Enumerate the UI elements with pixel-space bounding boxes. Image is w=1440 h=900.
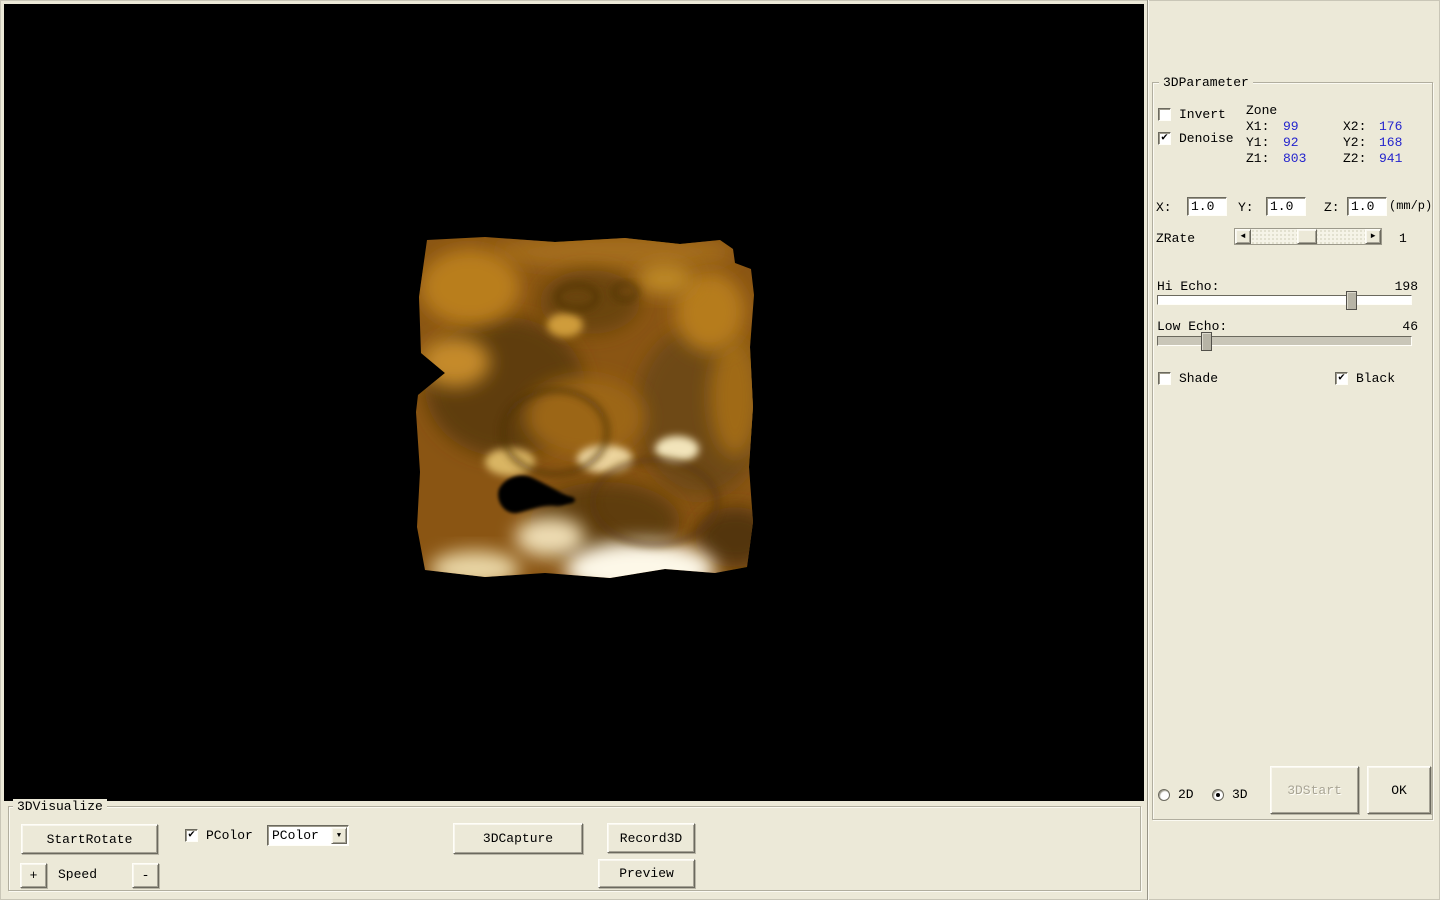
3dstart-button[interactable]: 3DStart [1270, 766, 1359, 814]
zone-y2-label: Y2: [1343, 135, 1366, 150]
preview-button[interactable]: Preview [598, 859, 695, 888]
hi-echo-slider-track[interactable] [1157, 295, 1412, 305]
low-echo-value: 46 [1402, 319, 1418, 334]
zone-y1-value: 92 [1283, 135, 1299, 150]
scale-unit-label: (mm/p) [1389, 199, 1432, 214]
speed-label: Speed [58, 867, 97, 882]
scale-x-input[interactable] [1187, 197, 1227, 216]
zone-x1-label: X1: [1246, 119, 1269, 134]
check-icon: ✔ [1338, 373, 1345, 384]
low-echo-slider-thumb[interactable] [1201, 332, 1212, 351]
invert-checkbox[interactable]: ✔ Invert [1158, 107, 1226, 122]
scale-z-input[interactable] [1347, 197, 1387, 216]
chevron-down-icon: ▼ [337, 832, 341, 840]
hi-echo-label: Hi Echo: [1157, 279, 1219, 294]
volume-render [415, 237, 755, 582]
black-checkbox-box: ✔ [1335, 372, 1348, 385]
denoise-checkbox-label: Denoise [1179, 131, 1234, 146]
pcolor-combobox-value: PColor [268, 829, 331, 842]
shade-checkbox-label: Shade [1179, 371, 1218, 386]
pcolor-combobox[interactable]: PColor ▼ [267, 825, 349, 846]
zrate-scroll-right-button[interactable]: ► [1365, 229, 1381, 244]
pcolor-combobox-button[interactable]: ▼ [331, 827, 347, 844]
zone-y1-label: Y1: [1246, 135, 1269, 150]
speed-minus-button[interactable]: - [132, 863, 159, 888]
ok-button[interactable]: OK [1367, 766, 1431, 814]
zone-x2-label: X2: [1343, 119, 1366, 134]
scale-x-label: X: [1156, 200, 1172, 215]
render-viewport[interactable] [4, 4, 1144, 801]
mode-2d-radio[interactable]: 2D [1158, 787, 1194, 802]
mode-3d-radio[interactable]: 3D [1212, 787, 1248, 802]
panel-divider-highlight [1148, 0, 1149, 900]
scale-y-label: Y: [1238, 200, 1254, 215]
zone-y2-value: 168 [1379, 135, 1402, 150]
check-icon: ✔ [188, 830, 195, 841]
mode-2d-radio-label: 2D [1178, 787, 1194, 802]
start-rotate-button[interactable]: StartRotate [21, 824, 158, 854]
zone-z2-value: 941 [1379, 151, 1402, 166]
low-echo-label: Low Echo: [1157, 319, 1227, 334]
check-icon: ✔ [1161, 133, 1168, 144]
mode-2d-radio-circle [1158, 789, 1170, 801]
hi-echo-slider-thumb[interactable] [1346, 291, 1357, 310]
speed-plus-button[interactable]: + [20, 863, 47, 888]
denoise-checkbox-box: ✔ [1158, 132, 1171, 145]
pcolor-checkbox-label: PColor [206, 828, 253, 843]
group-3dparameter-title: 3DParameter [1159, 75, 1253, 90]
group-3dvisualize-title: 3DVisualize [13, 799, 107, 814]
hi-echo-value: 198 [1395, 279, 1418, 294]
scale-y-input[interactable] [1266, 197, 1306, 216]
zrate-label: ZRate [1156, 231, 1195, 246]
zone-x2-value: 176 [1379, 119, 1402, 134]
zrate-value: 1 [1399, 231, 1407, 246]
mode-3d-radio-label: 3D [1232, 787, 1248, 802]
black-checkbox[interactable]: ✔ Black [1335, 371, 1395, 386]
3dcapture-button[interactable]: 3DCapture [453, 823, 583, 854]
scroll-right-icon: ► [1371, 233, 1376, 241]
low-echo-slider-track[interactable] [1157, 336, 1412, 346]
zone-z2-label: Z2: [1343, 151, 1366, 166]
black-checkbox-label: Black [1356, 371, 1395, 386]
zone-title: Zone [1246, 103, 1277, 118]
zrate-scrollbar-thumb[interactable] [1297, 229, 1317, 244]
pcolor-checkbox-box: ✔ [185, 829, 198, 842]
zrate-scrollbar[interactable]: ◄ ► [1234, 228, 1382, 245]
group-3dparameter: 3DParameter ✔ Invert ✔ Denoise Zone X1: … [1152, 82, 1433, 820]
mode-3d-radio-circle [1212, 789, 1224, 801]
denoise-checkbox[interactable]: ✔ Denoise [1158, 131, 1234, 146]
group-3dvisualize: 3DVisualize StartRotate ✔ PColor PColor … [8, 806, 1141, 891]
scale-z-label: Z: [1324, 200, 1340, 215]
zone-x1-value: 99 [1283, 119, 1299, 134]
zone-z1-value: 803 [1283, 151, 1306, 166]
shade-checkbox-box: ✔ [1158, 372, 1171, 385]
zrate-scroll-left-button[interactable]: ◄ [1235, 229, 1251, 244]
shade-checkbox[interactable]: ✔ Shade [1158, 371, 1218, 386]
invert-checkbox-label: Invert [1179, 107, 1226, 122]
pcolor-checkbox[interactable]: ✔ PColor [185, 828, 253, 843]
invert-checkbox-box: ✔ [1158, 108, 1171, 121]
volume-render-image [415, 237, 755, 582]
zone-z1-label: Z1: [1246, 151, 1269, 166]
record3d-button[interactable]: Record3D [607, 823, 695, 853]
scroll-left-icon: ◄ [1241, 233, 1246, 241]
